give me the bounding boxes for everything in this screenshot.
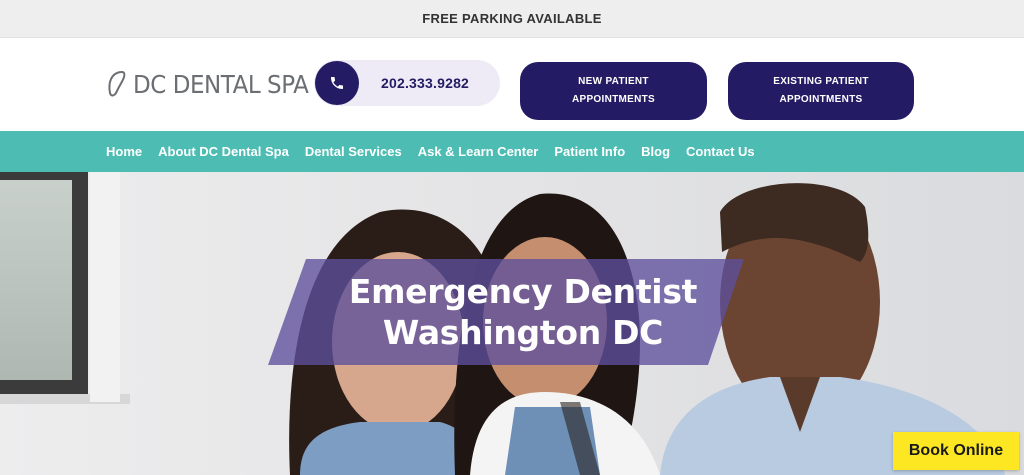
phone-icon bbox=[315, 61, 359, 105]
cta-line: APPOINTMENTS bbox=[571, 94, 656, 105]
nav-item-about[interactable]: About DC Dental Spa bbox=[158, 144, 289, 159]
nav-item-dental-services[interactable]: Dental Services bbox=[305, 144, 402, 159]
nav-item-blog[interactable]: Blog bbox=[641, 144, 670, 159]
cta-line: EXISTING PATIENT bbox=[773, 76, 869, 87]
logo[interactable]: DC DENTAL SPA bbox=[107, 66, 324, 102]
nav-item-ask-learn[interactable]: Ask & Learn Center bbox=[418, 144, 539, 159]
announcement-bar: FREE PARKING AVAILABLE bbox=[0, 0, 1024, 38]
phone-button[interactable]: 202.333.9282 bbox=[314, 60, 500, 106]
book-online-button[interactable]: Book Online bbox=[893, 432, 1019, 470]
site-header: DC DENTAL SPA 202.333.9282 NEW PATIENT A… bbox=[0, 38, 1024, 131]
hero-title-line2: Washington DC bbox=[382, 313, 664, 352]
hero: Emergency Dentist Washington DC bbox=[0, 172, 1024, 475]
hero-banner: Emergency Dentist Washington DC bbox=[268, 259, 744, 365]
logo-text: DC DENTAL SPA bbox=[133, 69, 309, 99]
nav-item-home[interactable]: Home bbox=[106, 144, 142, 159]
new-patient-appointments-button[interactable]: NEW PATIENT APPOINTMENTS bbox=[520, 62, 707, 120]
hero-title-line1: Emergency Dentist bbox=[348, 272, 698, 311]
nav-item-contact[interactable]: Contact Us bbox=[686, 144, 755, 159]
announcement-text: FREE PARKING AVAILABLE bbox=[422, 11, 602, 26]
phone-number: 202.333.9282 bbox=[381, 75, 470, 91]
nav-item-patient-info[interactable]: Patient Info bbox=[554, 144, 625, 159]
cta-line: NEW PATIENT bbox=[578, 76, 649, 87]
page: FREE PARKING AVAILABLE DC DENTAL SPA 202… bbox=[0, 0, 1024, 475]
tooth-logo-icon bbox=[108, 70, 126, 97]
cta-line: APPOINTMENTS bbox=[779, 94, 863, 105]
hero-title: Emergency Dentist Washington DC bbox=[268, 271, 778, 353]
existing-patient-appointments-button[interactable]: EXISTING PATIENT APPOINTMENTS bbox=[728, 62, 914, 120]
main-nav: Home About DC Dental Spa Dental Services… bbox=[0, 131, 1024, 172]
